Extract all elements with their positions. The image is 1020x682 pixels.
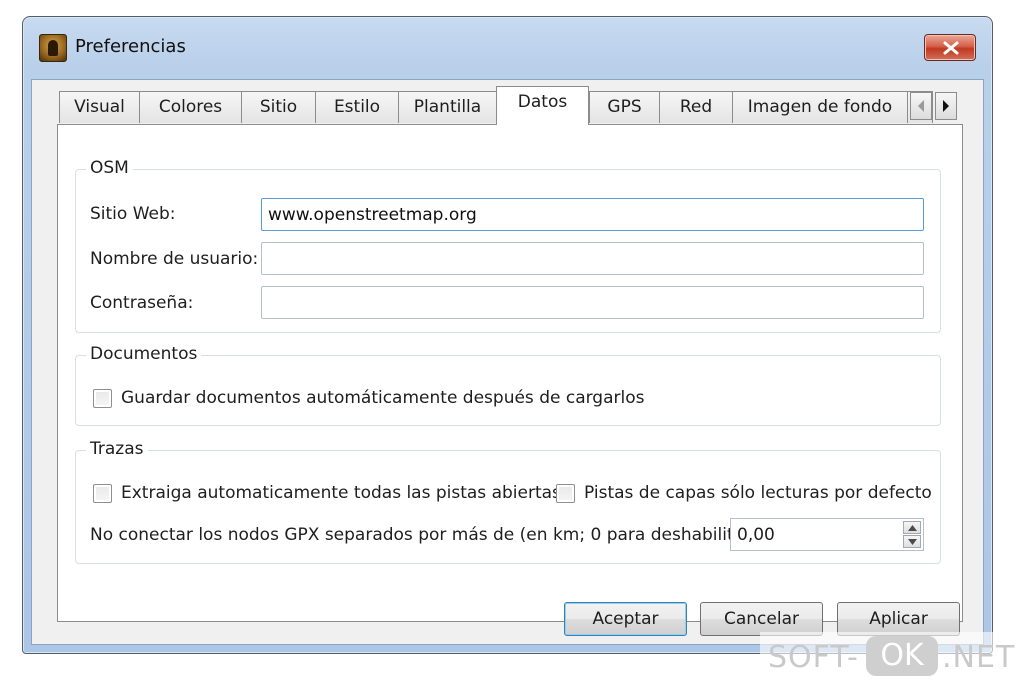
checkbox-box[interactable] — [556, 483, 575, 503]
datos-tab-panel: OSM Sitio Web: Nombre de usuario: Contra… — [57, 124, 963, 622]
arrow-right-icon — [943, 100, 949, 112]
tab-datos[interactable]: Datos — [496, 86, 589, 125]
readonly-layers-checkbox[interactable]: Pistas de capas sólo lecturas por defect… — [556, 483, 932, 503]
app-portrait-icon — [39, 34, 67, 62]
checkbox-box[interactable] — [93, 388, 112, 408]
gpx-distance-spinbox[interactable]: 0,00 — [730, 518, 924, 551]
spin-up-button[interactable] — [903, 521, 921, 534]
autosave-checkbox[interactable]: Guardar documentos automáticamente despu… — [93, 388, 644, 408]
accept-button[interactable]: Aceptar — [564, 602, 687, 636]
arrow-left-icon — [918, 100, 924, 112]
osm-group-title: OSM — [86, 158, 133, 178]
close-button[interactable] — [924, 34, 976, 61]
tab-estilo[interactable]: Estilo — [315, 91, 399, 123]
extract-tracks-checkbox[interactable]: Extraiga automaticamente todas las pista… — [93, 483, 561, 503]
preferences-window: Preferencias Visual Colores Sitio Estilo… — [22, 16, 993, 654]
watermark: SOFT- OK .NET — [760, 632, 1020, 682]
password-input[interactable] — [261, 286, 924, 319]
password-label: Contraseña: — [90, 293, 194, 313]
website-label: Sitio Web: — [90, 204, 176, 224]
checkbox-box[interactable] — [93, 483, 112, 503]
watermark-pill: OK — [866, 636, 938, 676]
spin-up-icon — [908, 525, 917, 531]
window-title: Preferencias — [75, 36, 186, 57]
cancel-button[interactable]: Cancelar — [700, 602, 823, 636]
spin-down-button[interactable] — [903, 535, 921, 548]
tab-scroll-left-button[interactable] — [910, 92, 932, 120]
tab-scroll-right-button[interactable] — [935, 92, 957, 120]
close-icon — [943, 41, 959, 55]
osm-group: OSM Sitio Web: Nombre de usuario: Contra… — [75, 158, 941, 333]
tab-plantilla[interactable]: Plantilla — [398, 91, 497, 123]
extract-tracks-label: Extraiga automaticamente todas las pista… — [121, 483, 561, 503]
spin-buttons — [903, 521, 921, 548]
tab-red[interactable]: Red — [659, 91, 733, 123]
username-input[interactable] — [261, 242, 924, 275]
apply-button[interactable]: Aplicar — [837, 602, 960, 636]
tab-gps[interactable]: GPS — [589, 91, 660, 123]
dialog-client-area: Visual Colores Sitio Estilo Plantilla Da… — [31, 79, 984, 645]
traces-group: Trazas Extraiga automaticamente todas la… — [75, 439, 941, 564]
tab-imagen-de-fondo[interactable]: Imagen de fondo — [732, 91, 908, 123]
autosave-label: Guardar documentos automáticamente despu… — [121, 388, 645, 408]
tab-bar: Visual Colores Sitio Estilo Plantilla Da… — [59, 86, 959, 125]
readonly-layers-label: Pistas de capas sólo lecturas por defect… — [584, 483, 932, 503]
documents-group-title: Documentos — [86, 344, 202, 364]
website-input[interactable] — [261, 198, 924, 231]
tab-visual[interactable]: Visual — [59, 91, 140, 123]
traces-group-title: Trazas — [86, 439, 148, 459]
tab-sitio[interactable]: Sitio — [241, 91, 316, 123]
gpx-distance-value[interactable]: 0,00 — [737, 525, 775, 545]
watermark-right-text: .NET — [942, 640, 1016, 675]
watermark-left-text: SOFT- — [768, 640, 859, 675]
tab-colores[interactable]: Colores — [139, 91, 242, 123]
documents-group: Documentos Guardar documentos automática… — [75, 344, 941, 426]
username-label: Nombre de usuario: — [90, 249, 259, 269]
title-bar[interactable]: Preferencias — [23, 17, 992, 79]
spin-down-icon — [908, 539, 917, 545]
gpx-distance-label: No conectar los nodos GPX separados por … — [90, 525, 758, 545]
